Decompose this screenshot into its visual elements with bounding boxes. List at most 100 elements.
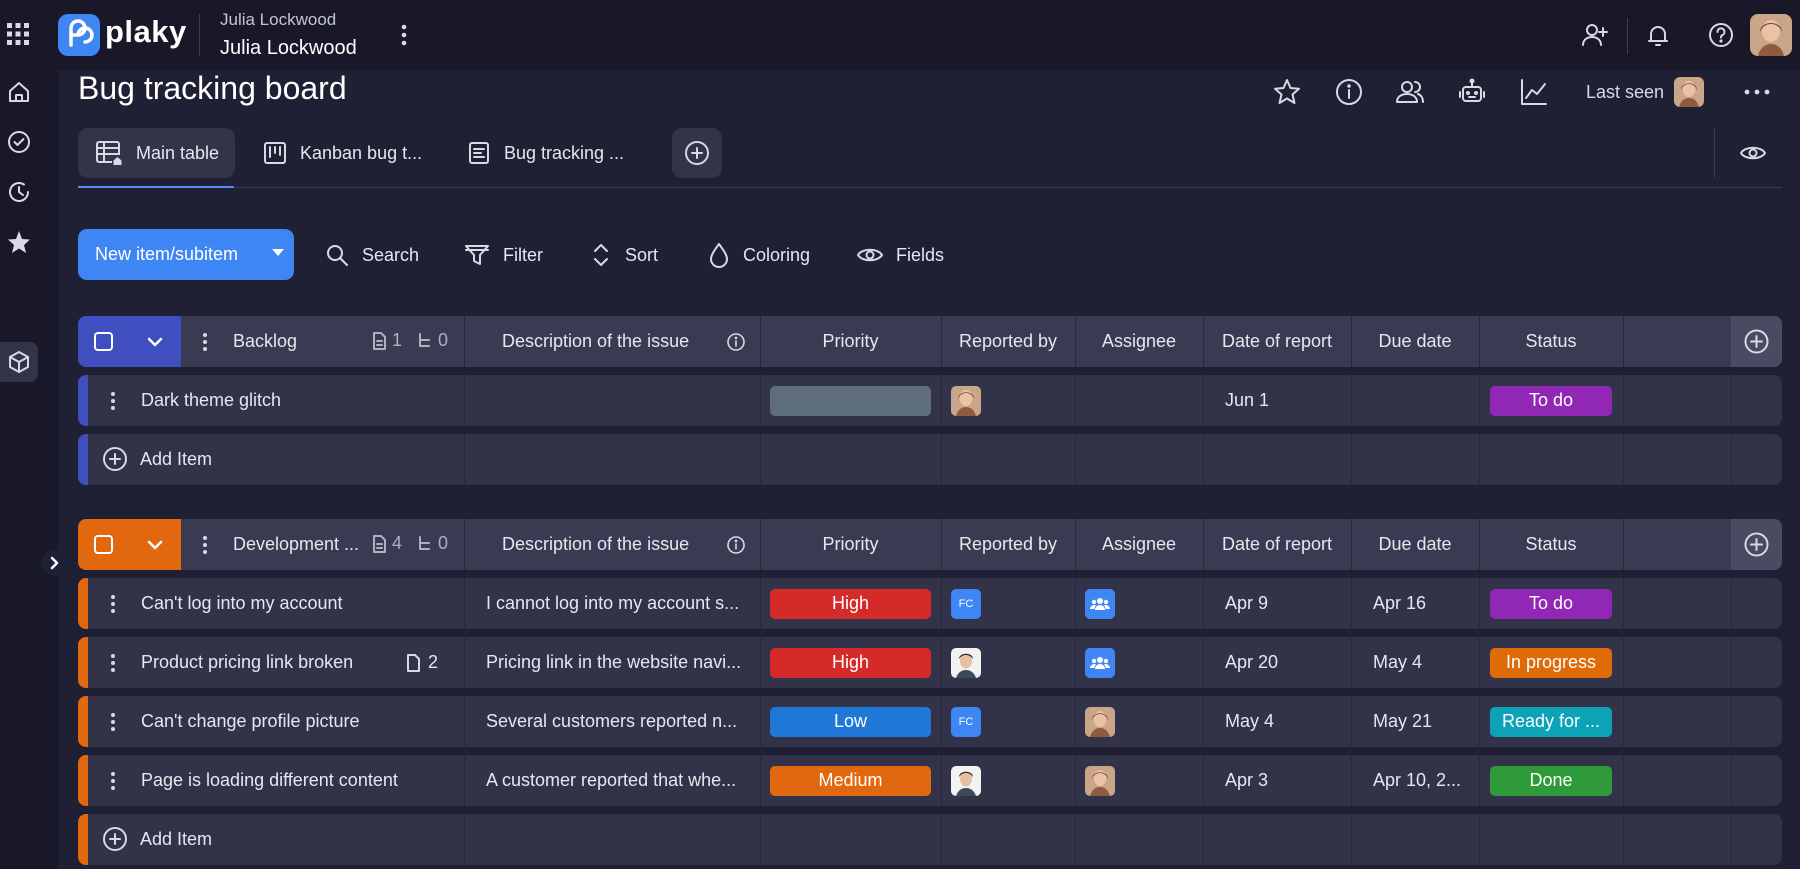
add-column-button[interactable] [1731,316,1782,367]
status-cell[interactable]: To do [1479,375,1623,426]
dashboard-chart-icon[interactable] [1518,76,1550,108]
due-date[interactable]: May 4 [1351,637,1479,688]
add-item-row[interactable]: Add Item [78,434,1782,485]
table-row[interactable]: Can't log into my account I cannot log i… [78,578,1782,629]
plaky-logo-icon[interactable] [58,14,100,56]
assignee-cell[interactable] [1075,375,1203,426]
table-row[interactable]: Page is loading different content A cust… [78,755,1782,806]
col-date-of-report-header[interactable]: Date of report [1203,519,1351,570]
info-icon[interactable] [726,535,746,555]
group-name[interactable]: Backlog [233,316,353,367]
priority-cell[interactable]: Medium [760,755,941,806]
due-date[interactable] [1351,375,1479,426]
fields-button[interactable]: Fields [856,241,944,269]
priority-cell[interactable] [760,375,941,426]
select-group-checkbox[interactable] [94,535,113,554]
help-icon[interactable] [1706,20,1736,50]
table-row[interactable]: Dark theme glitch Jun 1 To do [78,375,1782,426]
col-due-date-header[interactable]: Due date [1351,316,1479,367]
col-description-header[interactable]: Description of the issue [464,519,720,570]
status-cell[interactable]: To do [1479,578,1623,629]
item-description[interactable]: Several customers reported n... [464,696,760,747]
col-priority-header[interactable]: Priority [760,316,941,367]
add-view-button[interactable] [672,128,722,178]
tab-main-table[interactable]: Main table [78,128,236,178]
col-reported-by-header[interactable]: Reported by [941,316,1075,367]
col-assignee-header[interactable]: Assignee [1075,316,1203,367]
date-of-report[interactable]: Apr 9 [1203,578,1351,629]
collapse-chevron-icon[interactable] [146,537,164,553]
search-button[interactable]: Search [324,241,419,269]
row-drag-handle-icon[interactable] [110,594,116,614]
col-description-header[interactable]: Description of the issue [464,316,720,367]
user-avatar[interactable] [1750,14,1792,56]
add-item-label[interactable]: Add Item [140,814,440,865]
visibility-eye-icon[interactable] [1738,138,1768,168]
assignee-cell[interactable] [1075,637,1203,688]
item-name[interactable]: Dark theme glitch [141,375,441,426]
workspace-cube-icon[interactable] [6,349,32,375]
home-icon[interactable] [6,79,32,105]
last-seen-avatar[interactable] [1674,77,1704,107]
item-files[interactable]: 2 [404,652,438,673]
date-of-report[interactable]: Apr 3 [1203,755,1351,806]
my-work-check-icon[interactable] [6,129,32,155]
tab-kanban[interactable]: Kanban bug t... [246,128,438,178]
item-description[interactable]: I cannot log into my account s... [464,578,760,629]
assignee-cell[interactable] [1075,578,1203,629]
item-name[interactable]: Can't change profile picture [141,696,441,747]
status-cell[interactable]: Done [1479,755,1623,806]
due-date[interactable]: Apr 10, 2... [1351,755,1479,806]
date-of-report[interactable]: Jun 1 [1203,375,1351,426]
col-assignee-header[interactable]: Assignee [1075,519,1203,570]
reported-by-cell[interactable]: FC [941,578,1075,629]
group-name[interactable]: Development ... [233,519,365,570]
sort-button[interactable]: Sort [589,241,658,269]
assignee-cell[interactable] [1075,696,1203,747]
add-item-row[interactable]: Add Item [78,814,1782,865]
priority-cell[interactable]: High [760,637,941,688]
item-name[interactable]: Page is loading different content [141,755,451,806]
new-item-button[interactable]: New item/subitem [78,229,294,280]
reported-by-cell[interactable] [941,375,1075,426]
col-due-date-header[interactable]: Due date [1351,519,1479,570]
due-date[interactable]: May 21 [1351,696,1479,747]
caret-down-icon[interactable] [272,249,284,256]
select-group-checkbox[interactable] [94,332,113,351]
priority-cell[interactable]: High [760,578,941,629]
last-seen-label[interactable]: Last seen [1586,82,1664,103]
tab-form[interactable]: Bug tracking ... [450,128,640,178]
table-row[interactable]: Product pricing link broken 2 Pricing li… [78,637,1782,688]
coloring-button[interactable]: Coloring [707,241,810,269]
apps-grid-icon[interactable] [6,22,30,46]
due-date[interactable]: Apr 16 [1351,578,1479,629]
col-priority-header[interactable]: Priority [760,519,941,570]
row-drag-handle-icon[interactable] [110,771,116,791]
date-of-report[interactable]: Apr 20 [1203,637,1351,688]
reported-by-cell[interactable]: FC [941,696,1075,747]
add-item-plus-icon[interactable] [102,446,128,472]
assignee-cell[interactable] [1075,755,1203,806]
col-status-header[interactable]: Status [1479,316,1623,367]
favorites-star-icon[interactable] [6,229,32,255]
item-description[interactable]: Pricing link in the website navi... [464,637,760,688]
col-status-header[interactable]: Status [1479,519,1623,570]
workspace-menu-icon[interactable] [392,22,416,48]
group-drag-handle-icon[interactable] [202,535,208,555]
col-date-of-report-header[interactable]: Date of report [1203,316,1351,367]
collapse-chevron-icon[interactable] [146,334,164,350]
filter-button[interactable]: Filter [463,241,543,269]
favorite-star-icon[interactable] [1271,76,1303,108]
row-drag-handle-icon[interactable] [110,653,116,673]
group-drag-handle-icon[interactable] [202,332,208,352]
workspace-name[interactable]: Julia Lockwood [220,37,357,60]
add-item-label[interactable]: Add Item [140,434,440,485]
reported-by-cell[interactable] [941,637,1075,688]
status-cell[interactable]: Ready for ... [1479,696,1623,747]
item-name[interactable]: Can't log into my account [141,578,441,629]
board-info-icon[interactable] [1333,76,1365,108]
notifications-bell-icon[interactable] [1643,20,1673,50]
automation-robot-icon[interactable] [1456,76,1488,108]
add-item-plus-icon[interactable] [102,826,128,852]
date-of-report[interactable]: May 4 [1203,696,1351,747]
